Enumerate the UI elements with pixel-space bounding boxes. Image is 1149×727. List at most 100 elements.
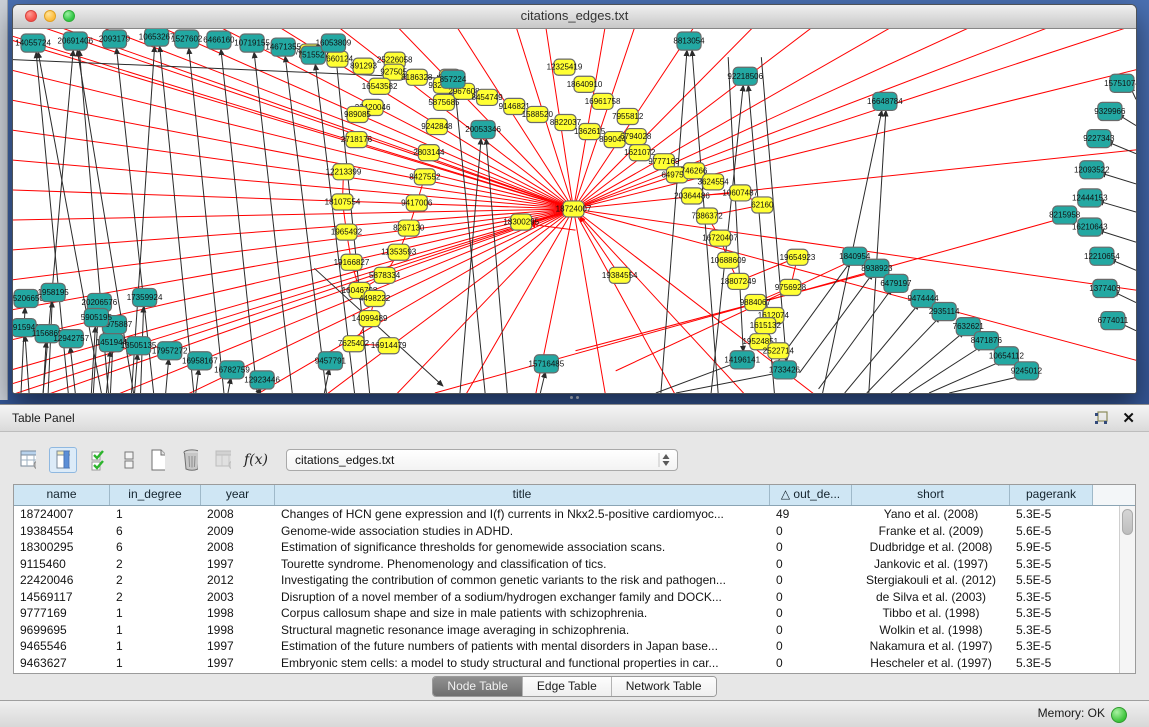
table-cell[interactable]: Nakamura et al. (1997) (852, 638, 1010, 655)
graph-edge[interactable] (573, 29, 756, 209)
graph-edge[interactable] (819, 288, 892, 389)
graph-node[interactable]: 14055724 (15, 34, 51, 52)
table-cell[interactable]: 1997 (201, 655, 275, 672)
table-cell[interactable]: Tourette syndrome. Phenomenology and cla… (275, 556, 770, 573)
graph-node[interactable]: 20053346 (465, 121, 501, 139)
table-row[interactable]: 1456911722003Disruption of a novel membe… (14, 589, 1120, 606)
table-cell[interactable]: Franke et al. (2009) (852, 523, 1010, 540)
table-cell[interactable]: Wolkin et al. (1998) (852, 622, 1010, 639)
new-table-icon[interactable] (143, 447, 171, 473)
graph-edge[interactable] (13, 209, 573, 280)
graph-node[interactable]: 12444153 (1072, 189, 1108, 207)
graph-node[interactable]: 1958195 (38, 283, 70, 301)
table-cell[interactable]: de Silva et al. (2003) (852, 589, 1010, 606)
graph-node[interactable]: 12213399 (326, 164, 362, 180)
graph-node[interactable]: 92218506 (727, 67, 763, 85)
table-cell[interactable]: 2003 (201, 589, 275, 606)
graph-node[interactable]: 9245012 (1011, 362, 1043, 380)
table-cell[interactable]: 5.3E-5 (1010, 605, 1093, 622)
table-cell[interactable]: 0 (770, 605, 852, 622)
table-cell[interactable]: Structural magnetic resonance image aver… (275, 622, 770, 639)
graph-node[interactable]: 15716485 (529, 355, 565, 373)
table-cell[interactable]: 2008 (201, 539, 275, 556)
close-window-icon[interactable] (25, 10, 37, 22)
graph-node[interactable]: 2803144 (413, 145, 445, 161)
graph-node[interactable]: 15751074 (1104, 74, 1136, 92)
table-cell[interactable]: Disruption of a novel member of a sodium… (275, 589, 770, 606)
graph-edge[interactable] (1100, 173, 1136, 184)
table-cell[interactable]: 0 (770, 622, 852, 639)
graph-node[interactable]: 19166827 (334, 254, 370, 270)
table-cell[interactable]: 5.3E-5 (1010, 556, 1093, 573)
graph-edge[interactable] (867, 317, 940, 393)
graph-node[interactable]: 1527602 (171, 30, 203, 48)
graph-node[interactable]: 20691406 (57, 32, 93, 50)
column-header-outde[interactable]: △ out_de... (770, 485, 852, 505)
table-cell[interactable]: 1 (110, 605, 201, 622)
graph-edge[interactable] (228, 378, 231, 393)
graph-node[interactable]: 9457791 (315, 352, 347, 370)
table-cell[interactable]: 2 (110, 589, 201, 606)
table-cell[interactable]: 2 (110, 572, 201, 589)
table-cell[interactable]: 1998 (201, 605, 275, 622)
table-cell[interactable]: 0 (770, 638, 852, 655)
graph-node[interactable]: 891293 (350, 58, 377, 74)
table-cell[interactable]: 5.3E-5 (1010, 506, 1093, 523)
graph-edge[interactable] (845, 304, 919, 393)
graph-edge[interactable] (166, 359, 169, 393)
table-cell[interactable]: 6 (110, 523, 201, 540)
table-cell[interactable]: 49 (770, 506, 852, 523)
table-cell[interactable]: 6 (110, 539, 201, 556)
delete-table-icon[interactable] (176, 447, 204, 473)
table-cell[interactable]: 5.6E-5 (1010, 523, 1093, 540)
column-header-short[interactable]: short (852, 485, 1010, 505)
table-row[interactable]: 1830029562008Estimation of significance … (14, 539, 1120, 556)
graph-edge[interactable] (13, 209, 573, 220)
graph-edge[interactable] (254, 52, 292, 393)
table-cell[interactable]: Stergiakouli et al. (2012) (852, 572, 1010, 589)
panel-divider-grip[interactable] (566, 396, 582, 402)
table-row[interactable]: 977716911998Corpus callosum shape and si… (14, 605, 1120, 622)
graph-edge[interactable] (656, 363, 736, 393)
import-table-icon[interactable] (209, 447, 237, 473)
graph-node[interactable]: 16210643 (1072, 218, 1108, 236)
column-header-title[interactable]: title (275, 485, 770, 505)
table-cell[interactable]: Estimation of significance thresholds fo… (275, 539, 770, 556)
graph-edge[interactable] (573, 29, 1136, 209)
graph-node[interactable]: 1377403 (1089, 279, 1121, 297)
graph-node[interactable]: 857224 (440, 70, 467, 88)
column-header-pagerank[interactable]: pagerank (1010, 485, 1093, 505)
graph-node[interactable]: 19654923 (780, 249, 816, 265)
table-cell[interactable]: 2008 (201, 506, 275, 523)
column-header-indegree[interactable]: in_degree (110, 485, 201, 505)
table-cell[interactable]: Yano et al. (2008) (852, 506, 1010, 523)
graph-edge[interactable] (160, 46, 194, 393)
table-cell[interactable]: 9463627 (14, 655, 110, 672)
table-cell[interactable]: 5.5E-5 (1010, 572, 1093, 589)
graph-node[interactable]: 5905195 (81, 309, 113, 327)
table-cell[interactable]: 1997 (201, 638, 275, 655)
graph-node[interactable]: 9417006 (401, 195, 433, 211)
graph-node[interactable]: 1733426 (769, 361, 801, 379)
graph-node[interactable]: 6466160 (203, 31, 235, 49)
graph-node[interactable]: 12325419 (547, 59, 583, 75)
graph-node[interactable]: 17359924 (127, 288, 163, 306)
graph-node[interactable]: 8267130 (393, 220, 425, 236)
graph-node[interactable]: 6479197 (880, 274, 912, 292)
table-cell[interactable]: 0 (770, 523, 852, 540)
table-cell[interactable]: 2 (110, 556, 201, 573)
table-cell[interactable]: 19384554 (14, 523, 110, 540)
vertical-scrollbar[interactable] (1119, 506, 1135, 673)
graph-node[interactable]: 9227343 (1083, 130, 1115, 148)
table-cell[interactable]: 1 (110, 506, 201, 523)
graph-edge[interactable] (540, 372, 545, 393)
table-cell[interactable]: Hescheler et al. (1997) (852, 655, 1010, 672)
table-mode-icon[interactable] (14, 447, 42, 473)
table-cell[interactable]: Jankovic et al. (1997) (852, 556, 1010, 573)
network-table-select[interactable]: citations_edges.txt (286, 449, 678, 471)
table-cell[interactable]: 5.3E-5 (1010, 622, 1093, 639)
graph-edge[interactable] (573, 29, 816, 209)
table-cell[interactable]: 0 (770, 572, 852, 589)
table-row[interactable]: 969969511998Structural magnetic resonanc… (14, 622, 1120, 639)
graph-node[interactable]: 18107554 (325, 194, 361, 210)
